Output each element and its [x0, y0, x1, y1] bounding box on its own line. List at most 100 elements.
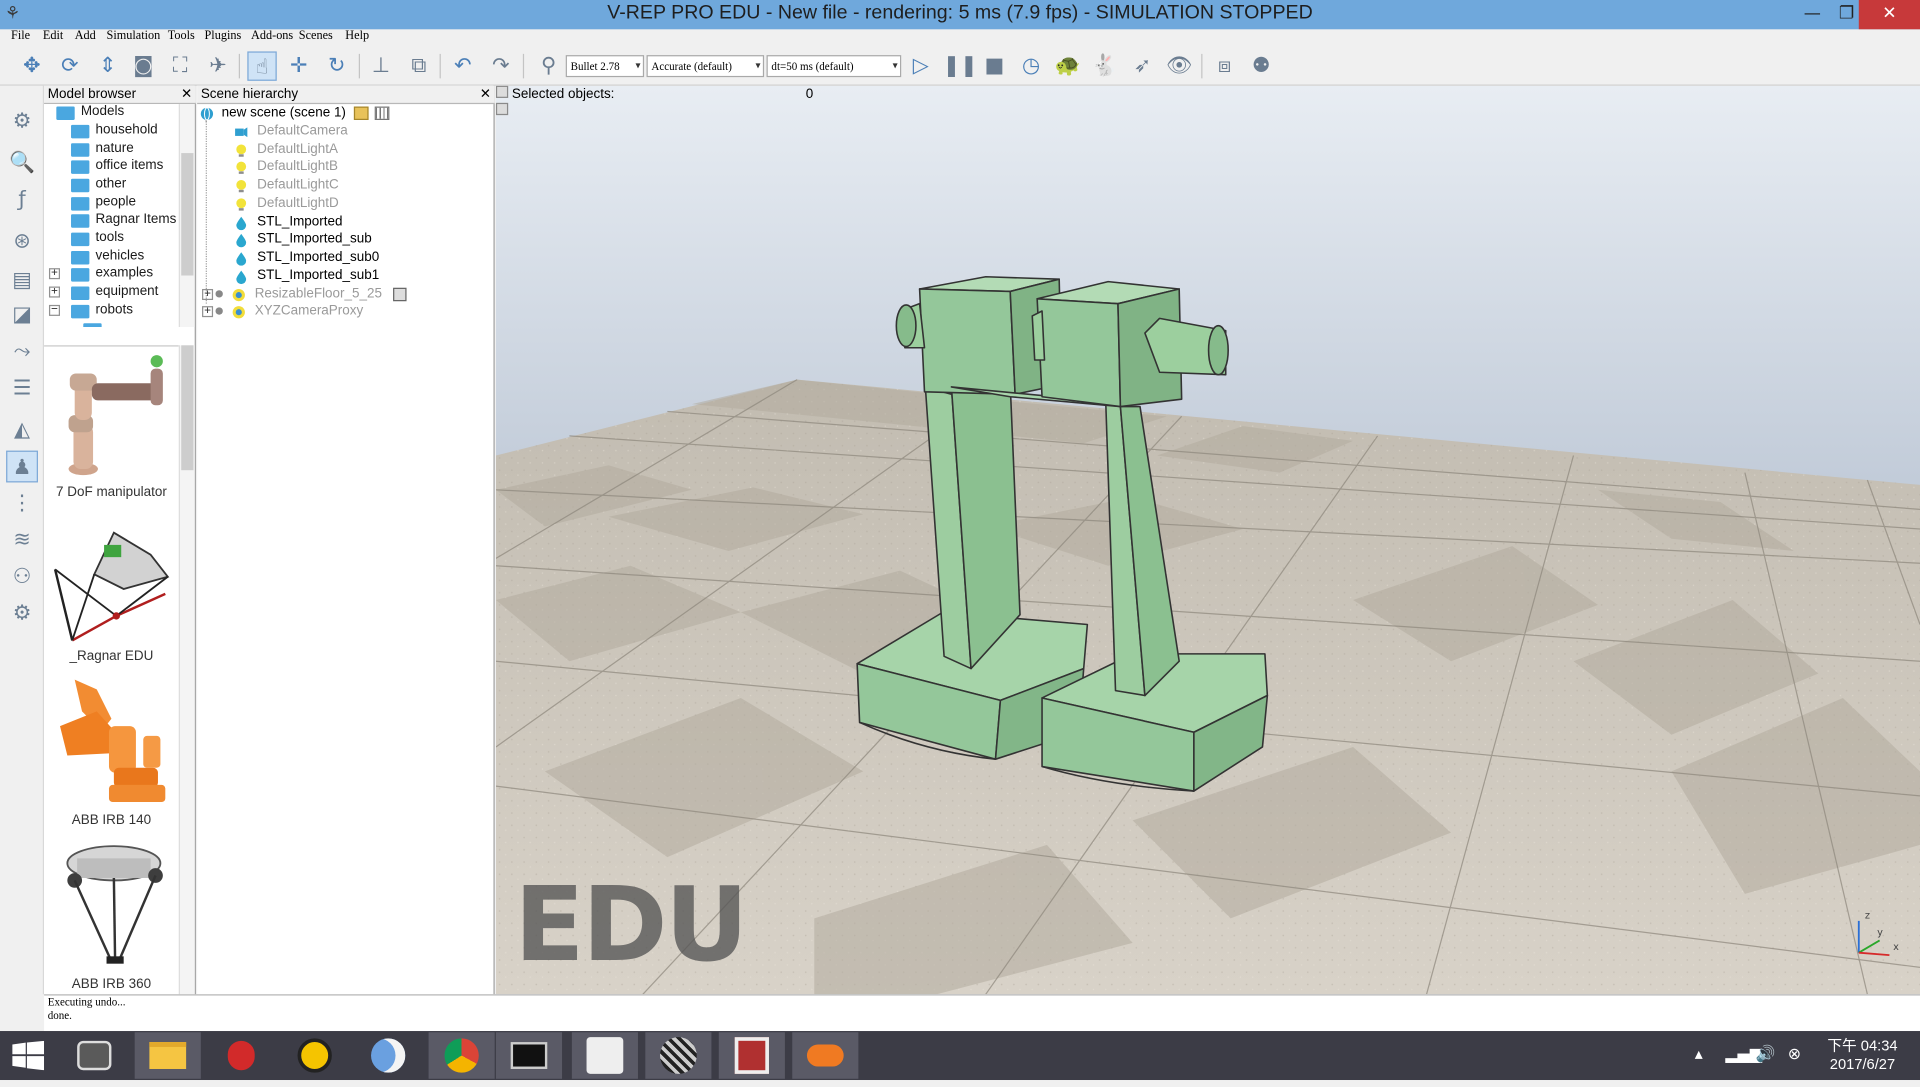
scene-script-icon[interactable]: [353, 106, 369, 121]
model-label-abb-irb-360: ABB IRB 360: [71, 977, 152, 992]
menu-plugins[interactable]: Plugins: [204, 29, 241, 42]
camera-pan-icon[interactable]: ✥: [17, 51, 46, 80]
viewport-corner-handle[interactable]: [495, 85, 509, 98]
chrome-icon[interactable]: [428, 1032, 495, 1079]
expand-toggle[interactable]: +: [202, 288, 214, 301]
thread-rendering-icon[interactable]: ➶: [1128, 51, 1157, 80]
timestep-value: dt=50 ms (default): [771, 60, 854, 73]
model-thumbnail-ragnar[interactable]: [50, 518, 172, 647]
model-browser-close-icon[interactable]: ✕: [181, 86, 192, 103]
status-console[interactable]: Executing undo... done.: [44, 994, 1920, 1032]
play-icon[interactable]: ▷: [906, 51, 935, 80]
clock-time: 下午 04:34: [1827, 1037, 1898, 1055]
video-recorder-icon[interactable]: ⚇: [6, 561, 38, 593]
model-thumbnail-abb-irb-140[interactable]: [50, 677, 172, 806]
viewport-corner-handle-2[interactable]: [495, 102, 509, 116]
object-shift-icon[interactable]: ✛: [284, 51, 313, 80]
simulation-settings-icon[interactable]: ⚙: [6, 105, 38, 137]
menu-file[interactable]: File: [11, 29, 30, 42]
menu-scenes[interactable]: Scenes: [299, 29, 333, 42]
menu-add[interactable]: Add: [75, 29, 96, 42]
page-selector-icon[interactable]: ⚉: [1247, 51, 1276, 80]
transfer-dna-icon[interactable]: ⧉: [404, 51, 433, 80]
pause-icon[interactable]: ❚❚: [943, 51, 978, 80]
scene-hierarchy-title: Scene hierarchy: [200, 86, 299, 102]
taskbar-clock[interactable]: 下午 04:34 2017/6/27: [1820, 1037, 1906, 1074]
scene-selector-icon[interactable]: ⧈: [1210, 51, 1239, 80]
light-icon: [236, 198, 247, 211]
visualization-icon[interactable]: 👁: [1164, 51, 1193, 80]
engine-select[interactable]: Bullet 2.78 ▾: [565, 55, 645, 78]
model-browser-toggle-icon[interactable]: ♟: [6, 450, 38, 483]
click-select-icon[interactable]: ☝: [247, 51, 277, 81]
assemble-icon[interactable]: ⊥: [366, 51, 395, 80]
model-thumbnail-abb-irb-360[interactable]: [50, 841, 172, 970]
model-tree-scrollbar[interactable]: [178, 104, 195, 327]
selection-icon[interactable]: ☰: [6, 372, 38, 404]
notification-icon[interactable]: ⊗: [1788, 1046, 1801, 1064]
object-rotate-icon[interactable]: ↻: [322, 51, 351, 80]
close-button[interactable]: ✕: [1858, 0, 1920, 30]
slow-down-icon[interactable]: 🐢: [1053, 51, 1082, 80]
app-moon-icon[interactable]: [355, 1032, 421, 1079]
camera-rotate-icon[interactable]: ⟳: [55, 51, 84, 80]
menu-addons[interactable]: Add-ons: [251, 29, 293, 42]
volume-icon[interactable]: 🔊: [1756, 1046, 1776, 1064]
status-line-2: done.: [47, 1008, 72, 1022]
zoom-icon[interactable]: 🔍: [6, 147, 38, 179]
app-red-icon[interactable]: [208, 1032, 274, 1079]
shapes-icon[interactable]: ◭: [6, 414, 38, 446]
windows-start-icon[interactable]: [12, 1040, 45, 1071]
floor-script-icon[interactable]: [393, 287, 407, 302]
user-settings-icon[interactable]: ⚙: [6, 598, 38, 630]
camera-shift-icon[interactable]: ⇕: [93, 51, 122, 80]
app-lizard-icon[interactable]: [792, 1032, 859, 1079]
scene-viewport[interactable]: z y x Selected objects: 0 EDU: [495, 85, 1920, 995]
model-icon: [232, 288, 245, 302]
fit-to-view-icon[interactable]: ⛶: [165, 51, 194, 80]
scene-root-item[interactable]: new scene (scene 1): [200, 105, 494, 123]
expand-toggle[interactable]: +: [202, 306, 214, 318]
undo-icon[interactable]: ↶: [448, 51, 477, 80]
scene-hierarchy-header: Scene hierarchy ✕: [197, 85, 495, 105]
tray-chevron-icon[interactable]: ▴: [1695, 1046, 1703, 1064]
layers-icon[interactable]: ≋: [6, 524, 38, 556]
menu-help[interactable]: Help: [345, 29, 369, 42]
model-thumbnail-7dof[interactable]: [50, 351, 172, 480]
windows-taskbar: ▴ ▂▄▆ 🔊 ⊗ 下午 04:34 2017/6/27: [0, 1031, 1920, 1081]
realtime-icon[interactable]: ◷: [1016, 51, 1045, 80]
menu-tools[interactable]: Tools: [168, 29, 195, 42]
scene-render[interactable]: z y x: [495, 85, 1920, 995]
camera-fly-icon[interactable]: ✈: [203, 51, 232, 80]
shape-icon: [236, 216, 247, 231]
file-explorer-icon[interactable]: [134, 1032, 201, 1079]
scene-hierarchy-toggle-icon[interactable]: ⋮: [6, 487, 38, 519]
thumbnails-scrollbar[interactable]: [178, 345, 195, 995]
terminal-icon[interactable]: [495, 1032, 563, 1079]
scene-contact-icon[interactable]: [374, 106, 390, 121]
speed-up-icon[interactable]: 🐇: [1090, 51, 1119, 80]
stop-icon[interactable]: ■: [980, 51, 1009, 80]
timestep-select[interactable]: dt=50 ms (default) ▾: [766, 55, 902, 78]
calculation-modules-icon[interactable]: ƒ: [6, 184, 38, 216]
vrep-task-icon[interactable]: [571, 1032, 638, 1079]
path-edit-icon[interactable]: ⤳: [6, 336, 38, 368]
model-thumbnails: 7 DoF manipulator _Ragnar EDU ABB IRB 14…: [44, 345, 179, 995]
app-face-icon[interactable]: [718, 1032, 785, 1079]
dynamics-toggle-icon[interactable]: ⚲: [534, 51, 563, 80]
task-view-icon[interactable]: [61, 1032, 127, 1079]
redo-icon[interactable]: ↷: [486, 51, 515, 80]
app-sphere-icon[interactable]: [645, 1032, 712, 1079]
menu-edit[interactable]: Edit: [43, 29, 63, 42]
scene-hierarchy-close-icon[interactable]: ✕: [480, 86, 491, 103]
app-yellow-triangle-icon[interactable]: [282, 1032, 348, 1079]
shape-edit-icon[interactable]: ◪: [6, 299, 38, 331]
collections-icon[interactable]: ⊛: [6, 225, 38, 257]
accuracy-value: Accurate (default): [651, 60, 732, 73]
model-dot-icon: [215, 307, 223, 315]
menu-simulation[interactable]: Simulation: [107, 29, 161, 42]
camera-angle-icon[interactable]: ◙: [129, 51, 158, 80]
scripts-icon[interactable]: ▤: [6, 264, 38, 296]
accuracy-select[interactable]: Accurate (default) ▾: [646, 55, 765, 78]
status-line-1: Executing undo...: [47, 995, 126, 1008]
